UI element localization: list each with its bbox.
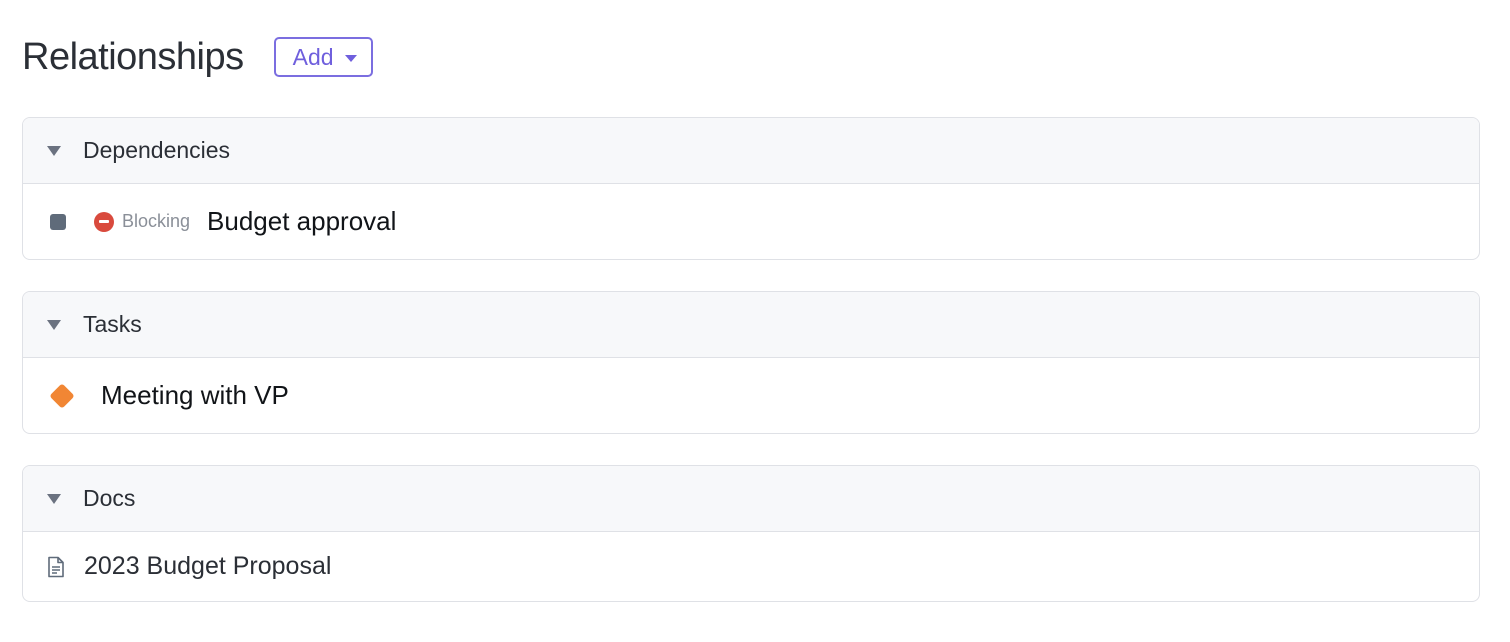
list-item[interactable]: Blocking Budget approval [23, 184, 1479, 259]
blocking-icon [94, 211, 114, 232]
page-title: Relationships [22, 35, 244, 78]
section-title: Tasks [83, 311, 142, 337]
list-item[interactable]: Meeting with VP [23, 358, 1479, 433]
list-item[interactable]: 2023 Budget Proposal [23, 532, 1479, 601]
caret-down-icon [344, 54, 357, 62]
collapse-triangle-icon[interactable] [47, 145, 61, 156]
doc-title[interactable]: 2023 Budget Proposal [84, 552, 331, 581]
orange-diamond-icon [49, 382, 75, 409]
dependencies-section: Dependencies Blocking Budget approval [22, 117, 1480, 260]
square-status-icon [50, 213, 66, 230]
add-button[interactable]: Add [273, 37, 373, 77]
collapse-triangle-icon[interactable] [47, 493, 61, 504]
docs-section: Docs 2023 Budget Proposal [22, 465, 1480, 602]
blocking-label: Blocking [122, 211, 191, 231]
section-title: Dependencies [83, 137, 231, 163]
add-button-label: Add [292, 43, 334, 70]
tasks-section-header[interactable]: Tasks [23, 292, 1479, 358]
tasks-section: Tasks Meeting with VP [22, 291, 1480, 434]
dependency-title[interactable]: Budget approval [207, 206, 396, 237]
section-title: Docs [83, 485, 136, 511]
dependencies-section-header[interactable]: Dependencies [23, 118, 1479, 184]
docs-section-header[interactable]: Docs [23, 466, 1479, 532]
relationships-panel: Relationships Add Dependencies Blocking … [0, 0, 1510, 642]
document-icon [48, 556, 64, 577]
collapse-triangle-icon[interactable] [47, 319, 61, 330]
header: Relationships Add [22, 32, 373, 82]
task-title[interactable]: Meeting with VP [101, 380, 289, 411]
